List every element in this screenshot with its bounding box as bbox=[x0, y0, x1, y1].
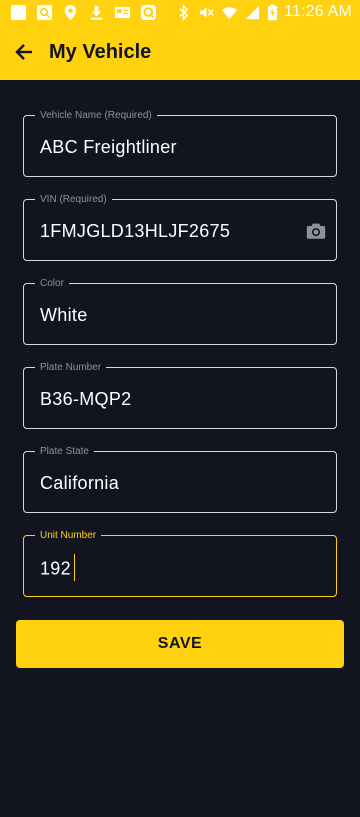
app-bar: My Vehicle bbox=[0, 24, 360, 80]
save-button[interactable]: SAVE bbox=[16, 620, 344, 668]
vehicle-name-label: Vehicle Name (Required) bbox=[35, 109, 157, 122]
plate-number-label: Plate Number bbox=[35, 361, 107, 374]
vin-field[interactable]: VIN (Required) 1FMJGLD13HLJF2675 bbox=[23, 193, 337, 261]
location-pin-icon bbox=[64, 4, 77, 20]
plate-state-label: Plate State bbox=[35, 445, 94, 458]
signal-icon bbox=[245, 5, 260, 19]
notification-square-icon bbox=[10, 4, 27, 20]
mute-icon bbox=[199, 6, 214, 18]
page-title: My Vehicle bbox=[49, 40, 152, 63]
unit-number-field[interactable]: Unit Number 192 bbox=[23, 529, 337, 597]
status-bar-system: 11:26 AM bbox=[175, 3, 352, 21]
plate-number-field[interactable]: Plate Number B36-MQP2 bbox=[23, 361, 337, 429]
vehicle-form: Vehicle Name (Required) ABC Freightliner… bbox=[23, 109, 337, 619]
status-bar: 11:26 AM bbox=[0, 0, 360, 24]
cast-icon bbox=[114, 6, 131, 18]
download-icon bbox=[90, 5, 103, 20]
text-cursor bbox=[73, 554, 76, 581]
vin-label: VIN (Required) bbox=[35, 193, 112, 206]
unit-number-input[interactable]: 192 bbox=[40, 558, 71, 578]
vehicle-name-input[interactable]: ABC Freightliner bbox=[40, 136, 177, 158]
color-field[interactable]: Color White bbox=[23, 277, 337, 345]
plate-state-field[interactable]: Plate State California bbox=[23, 445, 337, 513]
status-time: 11:26 AM bbox=[283, 3, 352, 20]
unit-number-label: Unit Number bbox=[35, 529, 102, 542]
vin-input[interactable]: 1FMJGLD13HLJF2675 bbox=[40, 220, 230, 242]
vehicle-name-field[interactable]: Vehicle Name (Required) ABC Freightliner bbox=[23, 109, 337, 177]
back-button[interactable] bbox=[12, 40, 36, 64]
bluetooth-icon bbox=[179, 3, 189, 21]
color-label: Color bbox=[35, 277, 69, 290]
unit-number-input-wrap[interactable]: 192 bbox=[40, 554, 76, 583]
color-input[interactable]: White bbox=[40, 304, 88, 326]
plate-number-input[interactable]: B36-MQP2 bbox=[40, 388, 131, 410]
arrow-left-icon bbox=[15, 44, 32, 60]
wifi-icon bbox=[221, 6, 238, 19]
camera-icon[interactable] bbox=[305, 220, 327, 242]
battery-charging-icon bbox=[267, 4, 278, 20]
image-search-icon bbox=[36, 4, 53, 20]
q-app-icon bbox=[140, 4, 157, 20]
status-bar-notifications bbox=[10, 4, 157, 21]
plate-state-input[interactable]: California bbox=[40, 472, 119, 494]
